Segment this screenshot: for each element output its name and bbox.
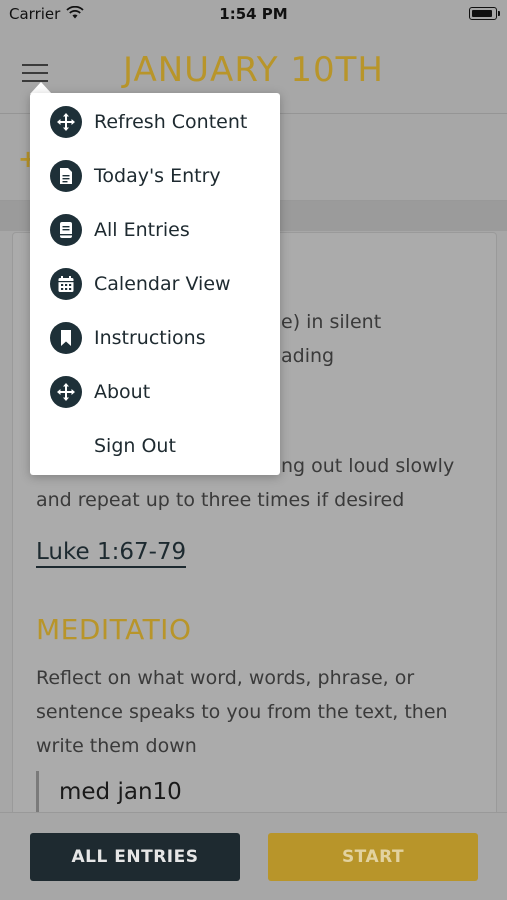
dropdown-menu: Refresh Content Today's Entry All Entrie…: [30, 93, 280, 475]
start-button[interactable]: START: [268, 833, 478, 881]
document-icon: [50, 160, 82, 192]
status-time: 1:54 PM: [219, 5, 288, 23]
menu-item-calendar-view[interactable]: Calendar View: [30, 257, 280, 311]
menu-item-sign-out[interactable]: Sign Out: [30, 419, 280, 473]
menu-item-label: About: [94, 381, 151, 403]
menu-item-label: Calendar View: [94, 273, 231, 295]
lectio-text-line: ading: [281, 345, 335, 367]
menu-item-all-entries[interactable]: All Entries: [30, 203, 280, 257]
menu-item-label: All Entries: [94, 219, 190, 241]
menu-item-refresh-content[interactable]: Refresh Content: [30, 95, 280, 149]
page-title: JANUARY 10TH: [123, 50, 384, 90]
menu-item-label: Sign Out: [94, 435, 176, 457]
all-entries-button[interactable]: ALL ENTRIES: [30, 833, 240, 881]
scripture-link[interactable]: Luke 1:67-79: [36, 538, 187, 568]
lectio-text-line: e) in silent: [281, 311, 382, 333]
meditatio-entry[interactable]: med jan10: [36, 771, 182, 817]
lectio-text-line: ng out loud slowly: [281, 455, 455, 477]
move-arrows-icon: [50, 376, 82, 408]
status-bar: Carrier 1:54 PM: [0, 0, 507, 28]
menu-item-instructions[interactable]: Instructions: [30, 311, 280, 365]
menu-item-label: Today's Entry: [94, 165, 221, 187]
meditatio-heading: MEDITATIO: [36, 613, 192, 646]
move-arrows-icon: [50, 106, 82, 138]
book-icon: [50, 214, 82, 246]
calendar-icon: [50, 268, 82, 300]
menu-item-todays-entry[interactable]: Today's Entry: [30, 149, 280, 203]
menu-item-about[interactable]: About: [30, 365, 280, 419]
bookmark-icon: [50, 322, 82, 354]
battery-icon: [469, 7, 500, 20]
meditatio-instructions: Reflect on what word, words, phrase, or …: [36, 667, 448, 757]
lectio-text-line: and repeat up to three times if desired: [36, 489, 405, 511]
menu-item-label: Refresh Content: [94, 111, 248, 133]
menu-item-label: Instructions: [94, 327, 206, 349]
bottom-bar: ALL ENTRIES START: [0, 812, 507, 900]
